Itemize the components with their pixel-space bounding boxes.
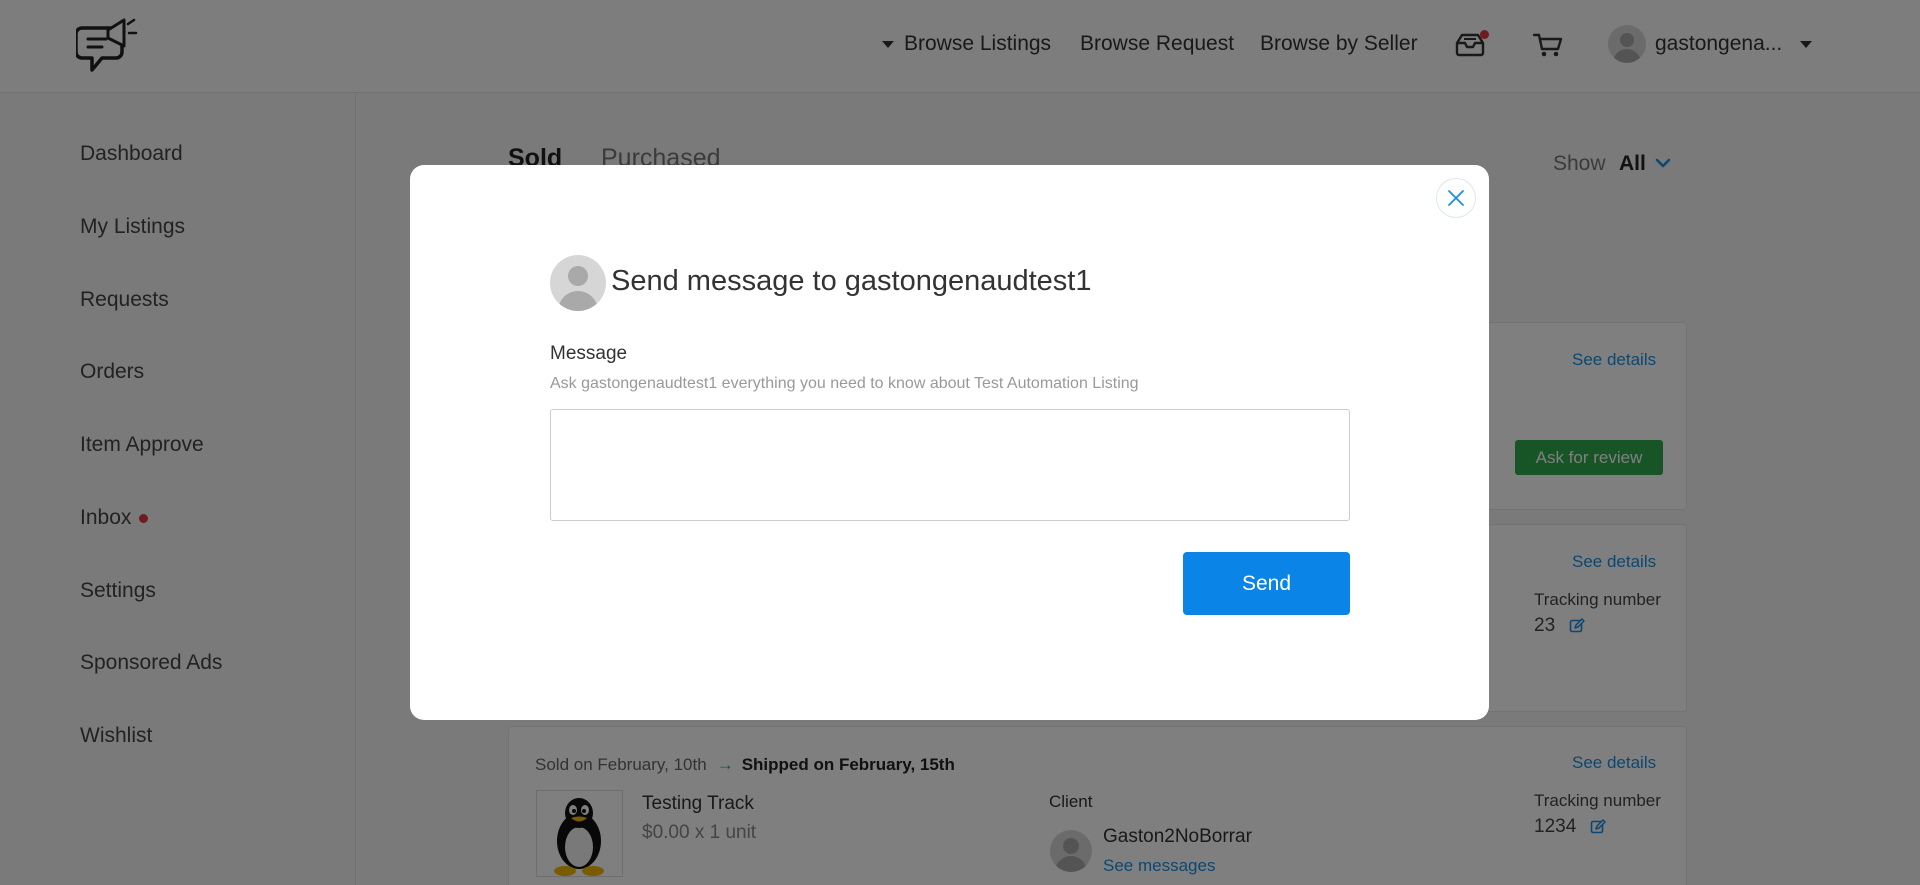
modal-title: Send message to gastongenaudtest1 xyxy=(611,265,1092,297)
close-icon xyxy=(1448,190,1464,206)
message-label: Message xyxy=(550,343,628,364)
message-textarea[interactable] xyxy=(550,409,1350,521)
send-message-modal: Send message to gastongenaudtest1 Messag… xyxy=(410,165,1489,720)
message-hint: Ask gastongenaudtest1 everything you nee… xyxy=(550,375,1139,392)
avatar-icon xyxy=(550,255,606,311)
send-button[interactable]: Send xyxy=(1183,552,1350,615)
close-button[interactable] xyxy=(1436,178,1476,218)
